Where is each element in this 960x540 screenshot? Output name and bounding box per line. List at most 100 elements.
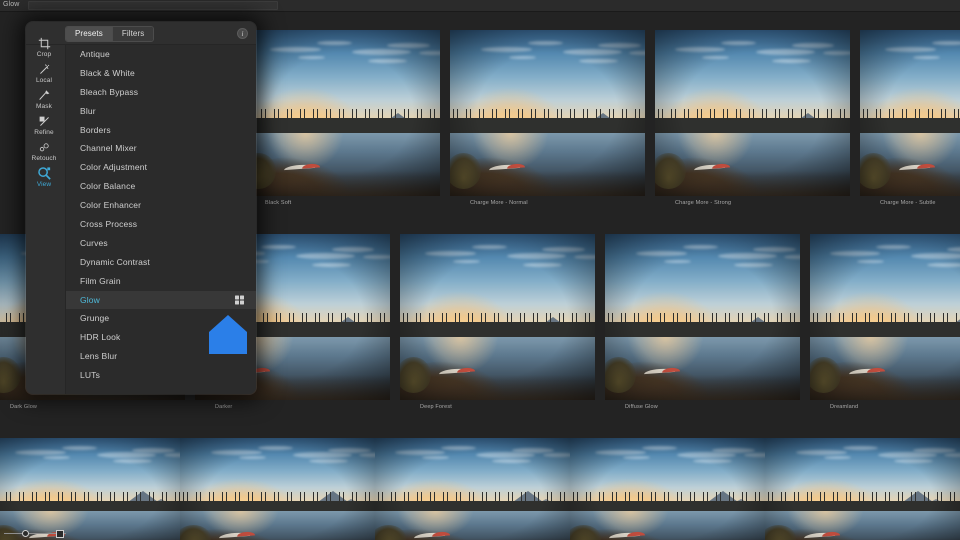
info-icon[interactable]: i <box>237 28 248 39</box>
vignette <box>245 30 440 196</box>
thumbnail-caption: Black Soft <box>265 200 292 206</box>
crop-icon <box>26 36 62 50</box>
panel-tab-group: Presets Filters <box>65 26 155 42</box>
preset-list-item[interactable]: Color Adjustment <box>66 158 256 177</box>
thumbnail-cell[interactable] <box>375 438 570 540</box>
preset-item-label: Bleach Bypass <box>80 86 139 97</box>
tool-refine[interactable]: Refine <box>26 112 62 137</box>
mask-icon <box>26 88 62 102</box>
preview-image <box>180 438 375 540</box>
vignette <box>0 438 185 540</box>
preview-image <box>605 234 800 400</box>
vignette <box>860 30 960 196</box>
tool-local[interactable]: Local <box>26 60 62 85</box>
thumbnail-image[interactable] <box>655 30 850 196</box>
tool-mask[interactable]: Mask <box>26 86 62 111</box>
preview-image <box>0 438 185 540</box>
thumbnail-cell[interactable] <box>0 438 185 540</box>
application-window: Glow Black Soft Charge More - Normal Cha… <box>0 0 960 540</box>
preset-item-label: Film Grain <box>80 275 121 286</box>
tool-label: Crop <box>36 51 52 58</box>
titlebar: Glow <box>0 0 960 12</box>
tool-crop[interactable]: Crop <box>26 34 62 59</box>
bottom-bar <box>0 528 960 540</box>
zoom-slider[interactable] <box>4 530 66 538</box>
preset-list-item[interactable]: Bleach Bypass <box>66 83 256 102</box>
vignette <box>375 438 570 540</box>
refine-icon <box>26 114 62 128</box>
thumbnail-image[interactable] <box>765 438 960 540</box>
preview-image <box>810 234 960 400</box>
thumbnail-image[interactable] <box>245 30 440 196</box>
vignette <box>655 30 850 196</box>
thumbnail-image[interactable] <box>375 438 570 540</box>
thumbnail-cell[interactable]: Charge More - Subtle <box>860 30 960 206</box>
preset-list-item[interactable]: Channel Mixer <box>66 139 256 158</box>
thumbnail-image[interactable] <box>860 30 960 196</box>
thumbnail-image[interactable] <box>605 234 800 400</box>
preset-list-item[interactable]: Blur <box>66 102 256 121</box>
preview-image <box>375 438 570 540</box>
vignette <box>180 438 375 540</box>
tool-view[interactable]: View <box>26 164 62 189</box>
thumbnail-cell[interactable] <box>765 438 960 540</box>
preset-item-label: Lens Blur <box>80 351 118 362</box>
local-icon <box>26 62 62 76</box>
preset-item-label: Cross Process <box>80 219 138 230</box>
vignette <box>810 234 960 400</box>
thumbnail-caption: Deep Forest <box>420 404 452 410</box>
thumbnail-image[interactable] <box>810 234 960 400</box>
preset-item-label: Color Adjustment <box>80 162 148 173</box>
fit-view-button[interactable] <box>56 530 64 538</box>
thumbnail-image[interactable] <box>570 438 765 540</box>
thumbnail-image[interactable] <box>400 234 595 400</box>
tool-retouch[interactable]: Retouch <box>26 138 62 163</box>
preset-item-label: Blur <box>80 105 96 116</box>
preset-list-item[interactable]: Antique <box>66 45 256 64</box>
thumbnail-cell[interactable] <box>180 438 375 540</box>
vignette <box>450 30 645 196</box>
view-icon <box>26 166 62 180</box>
preset-list-item[interactable]: Film Grain <box>66 272 256 291</box>
thumbnail-image[interactable] <box>450 30 645 196</box>
preset-item-label: Color Balance <box>80 181 136 192</box>
thumbnail-cell[interactable]: Dreamland <box>810 234 960 410</box>
preset-list-item[interactable]: Glow <box>66 290 256 310</box>
preset-list-item[interactable]: Color Balance <box>66 177 256 196</box>
preview-image <box>400 234 595 400</box>
preview-image <box>570 438 765 540</box>
preset-item-label: Glow <box>80 294 100 305</box>
thumbnail-row <box>0 438 960 540</box>
tab-filters[interactable]: Filters <box>111 27 154 41</box>
tool-label: Retouch <box>31 155 57 162</box>
preset-list-item[interactable]: Color Enhancer <box>66 196 256 215</box>
thumbnail-cell[interactable]: Charge More - Strong <box>655 30 850 206</box>
preview-image <box>655 30 850 196</box>
preset-item-label: Black & White <box>80 67 135 78</box>
preview-image <box>765 438 960 540</box>
tab-presets[interactable]: Presets <box>66 27 112 41</box>
thumbnail-cell[interactable]: Deep Forest <box>400 234 595 410</box>
preset-list-item[interactable]: Black & White <box>66 64 256 83</box>
titlebar-input[interactable] <box>28 1 278 10</box>
thumbnail-cell[interactable] <box>570 438 765 540</box>
slider-knob[interactable] <box>22 530 29 537</box>
preset-list-item[interactable]: LUTs <box>66 366 256 385</box>
grid-view-icon[interactable] <box>235 295 244 305</box>
vignette <box>605 234 800 400</box>
preset-list-item[interactable]: Cross Process <box>66 215 256 234</box>
titlebar-label: Glow <box>3 1 20 8</box>
preset-item-label: Antique <box>80 49 110 59</box>
preset-list-item[interactable]: Borders <box>66 121 256 140</box>
thumbnail-image[interactable] <box>0 438 185 540</box>
preset-item-label: LUTs <box>80 370 100 381</box>
thumbnail-cell[interactable]: Charge More - Normal <box>450 30 645 206</box>
thumbnail-cell[interactable]: Black Soft <box>245 30 440 206</box>
preview-image <box>860 30 960 196</box>
thumbnail-cell[interactable]: Diffuse Glow <box>605 234 800 410</box>
preset-item-label: Dynamic Contrast <box>80 256 150 267</box>
preview-image <box>450 30 645 196</box>
thumbnail-image[interactable] <box>180 438 375 540</box>
preset-list-item[interactable]: Dynamic Contrast <box>66 253 256 272</box>
preset-list-item[interactable]: Curves <box>66 234 256 253</box>
